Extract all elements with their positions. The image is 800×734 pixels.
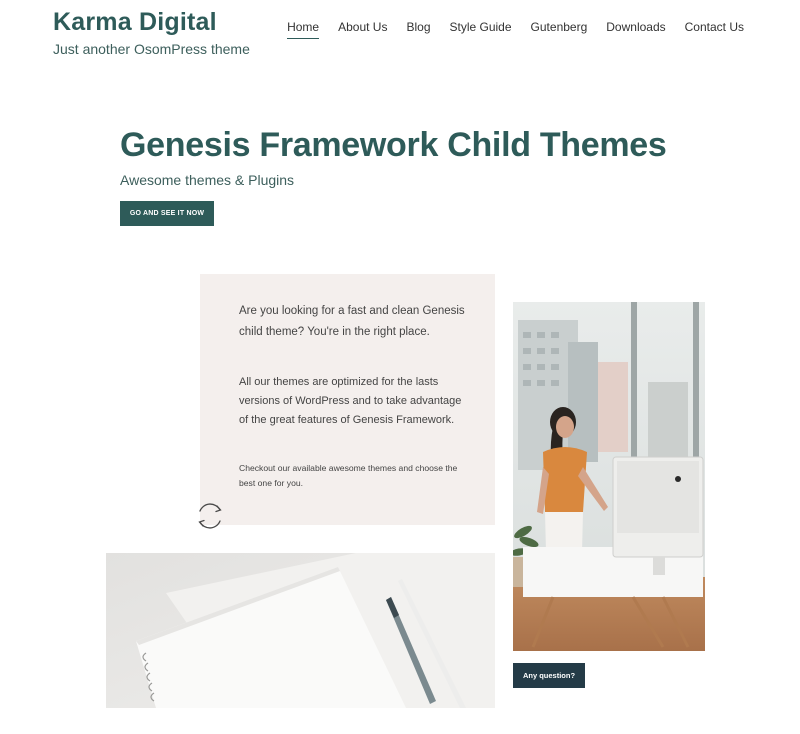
nav-item-downloads[interactable]: Downloads: [606, 20, 665, 39]
hero-title: Genesis Framework Child Themes: [120, 126, 667, 164]
main-nav: Home About Us Blog Style Guide Gutenberg…: [287, 20, 744, 39]
hero-subtitle: Awesome themes & Plugins: [120, 172, 295, 188]
nav-item-about-us[interactable]: About Us: [338, 20, 387, 39]
site-title[interactable]: Karma Digital: [53, 8, 217, 37]
nav-item-home[interactable]: Home: [287, 20, 320, 39]
any-question-button[interactable]: Any question?: [513, 663, 585, 688]
sync-icon: [198, 503, 222, 529]
office-photo: [513, 302, 705, 651]
nav-item-blog[interactable]: Blog: [406, 20, 430, 39]
intro-card: Are you looking for a fast and clean Gen…: [200, 274, 495, 525]
intro-paragraph-1: Are you looking for a fast and clean Gen…: [239, 305, 465, 338]
nav-item-gutenberg[interactable]: Gutenberg: [531, 20, 588, 39]
intro-paragraph-3: Checkout our available awesome themes an…: [239, 463, 458, 488]
nav-item-style-guide[interactable]: Style Guide: [450, 20, 512, 39]
nav-item-contact-us[interactable]: Contact Us: [685, 20, 744, 39]
notebook-photo: [106, 553, 495, 708]
intro-paragraph-2: All our themes are optimized for the las…: [239, 376, 462, 426]
site-tagline: Just another OsomPress theme: [53, 41, 250, 57]
go-and-see-button[interactable]: GO AND SEE IT NOW: [120, 201, 214, 226]
